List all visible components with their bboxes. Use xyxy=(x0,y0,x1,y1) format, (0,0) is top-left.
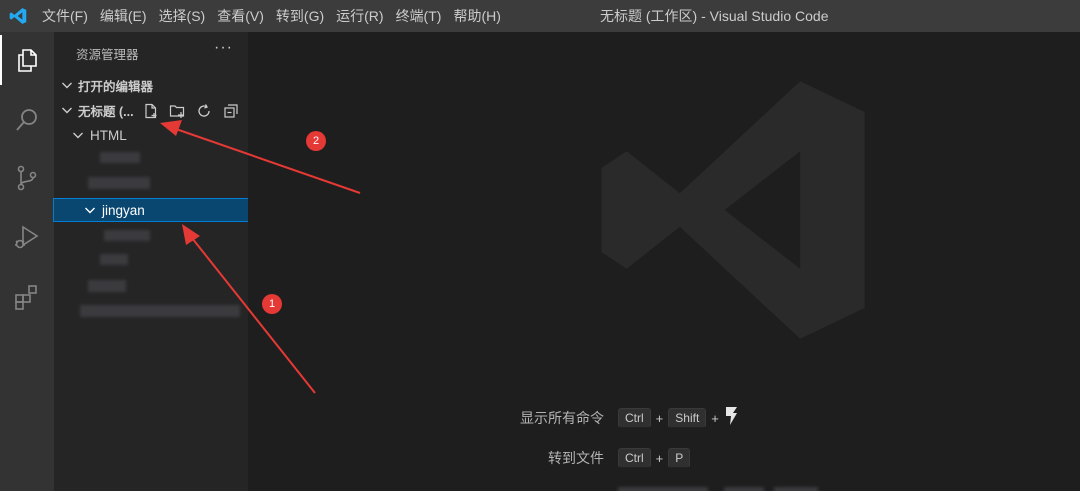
vscode-logo-icon xyxy=(0,0,36,32)
blurred-file-entry[interactable] xyxy=(104,230,150,241)
shortcut-label: 显示所有命令 xyxy=(520,410,604,426)
more-actions-icon[interactable]: ··· xyxy=(214,39,233,57)
shortcut-label: 转到文件 xyxy=(548,450,604,466)
blurred-file-entry[interactable] xyxy=(100,254,128,265)
blurred-file-entry[interactable] xyxy=(88,177,150,189)
key-p: P xyxy=(668,448,691,468)
collapse-all-icon[interactable] xyxy=(222,102,240,120)
cursor-icon xyxy=(724,406,740,431)
menu-help[interactable]: 帮助(H) xyxy=(447,0,506,32)
shortcut-show-commands: 显示所有命令 Ctrl + Shift + xyxy=(464,406,740,431)
workspace-label: 无标题 (... xyxy=(78,104,134,119)
run-debug-icon[interactable] xyxy=(0,212,54,262)
open-editors-section[interactable]: 打开的编辑器 xyxy=(54,74,248,96)
folder-html-label: HTML xyxy=(90,127,127,143)
menu-terminal[interactable]: 终端(T) xyxy=(390,0,448,32)
window-title: 无标题 (工作区) - Visual Studio Code xyxy=(600,8,829,24)
activity-bar xyxy=(0,32,54,491)
chevron-down-icon xyxy=(82,202,98,218)
key-ctrl: Ctrl xyxy=(618,448,651,468)
blurred-file-entry[interactable] xyxy=(88,280,126,292)
menu-view[interactable]: 查看(V) xyxy=(211,0,270,32)
key-ctrl: Ctrl xyxy=(618,408,651,428)
chevron-down-icon xyxy=(70,127,86,143)
menu-bar: 文件(F) 编辑(E) 选择(S) 查看(V) 转到(G) 运行(R) 终端(T… xyxy=(36,0,507,32)
chevron-down-icon xyxy=(59,77,75,93)
title-bar: 文件(F) 编辑(E) 选择(S) 查看(V) 转到(G) 运行(R) 终端(T… xyxy=(0,0,1080,32)
folder-jingyan-label: jingyan xyxy=(102,202,145,218)
menu-selection[interactable]: 选择(S) xyxy=(153,0,212,32)
source-control-icon[interactable] xyxy=(0,153,54,203)
key-shift: Shift xyxy=(668,408,707,428)
explorer-icon[interactable] xyxy=(0,35,54,85)
vscode-watermark-icon xyxy=(588,70,878,355)
shortcut-go-to-file: 转到文件 Ctrl + P xyxy=(464,447,691,469)
cut-off-shortcut xyxy=(618,487,708,491)
refresh-icon[interactable] xyxy=(195,102,213,120)
workspace-section[interactable]: 无标题 (... xyxy=(54,99,248,121)
annotation-marker-1: 1 xyxy=(262,294,282,314)
folder-html[interactable]: HTML xyxy=(54,124,248,146)
chevron-down-icon xyxy=(59,102,75,118)
menu-go[interactable]: 转到(G) xyxy=(270,0,330,32)
explorer-title: 资源管理器 xyxy=(76,48,139,62)
folder-jingyan[interactable]: jingyan xyxy=(53,198,249,222)
menu-file[interactable]: 文件(F) xyxy=(36,0,94,32)
open-editors-label: 打开的编辑器 xyxy=(78,79,154,94)
editor-area: 显示所有命令 Ctrl + Shift + 转到文件 Ctrl + P xyxy=(248,32,1080,491)
new-file-icon[interactable] xyxy=(142,102,160,120)
menu-edit[interactable]: 编辑(E) xyxy=(94,0,153,32)
cut-off-shortcut xyxy=(724,487,764,491)
blurred-file-entry[interactable] xyxy=(80,305,240,317)
cut-off-shortcut xyxy=(774,487,818,491)
extensions-icon[interactable] xyxy=(0,272,54,322)
explorer-sidebar: 资源管理器 ··· 打开的编辑器 无标题 (... HTML jingyan xyxy=(53,32,249,491)
blurred-file-entry[interactable] xyxy=(100,152,140,163)
new-folder-icon[interactable] xyxy=(168,102,186,120)
menu-run[interactable]: 运行(R) xyxy=(330,0,389,32)
search-icon[interactable] xyxy=(0,95,54,145)
annotation-marker-2: 2 xyxy=(306,131,326,151)
